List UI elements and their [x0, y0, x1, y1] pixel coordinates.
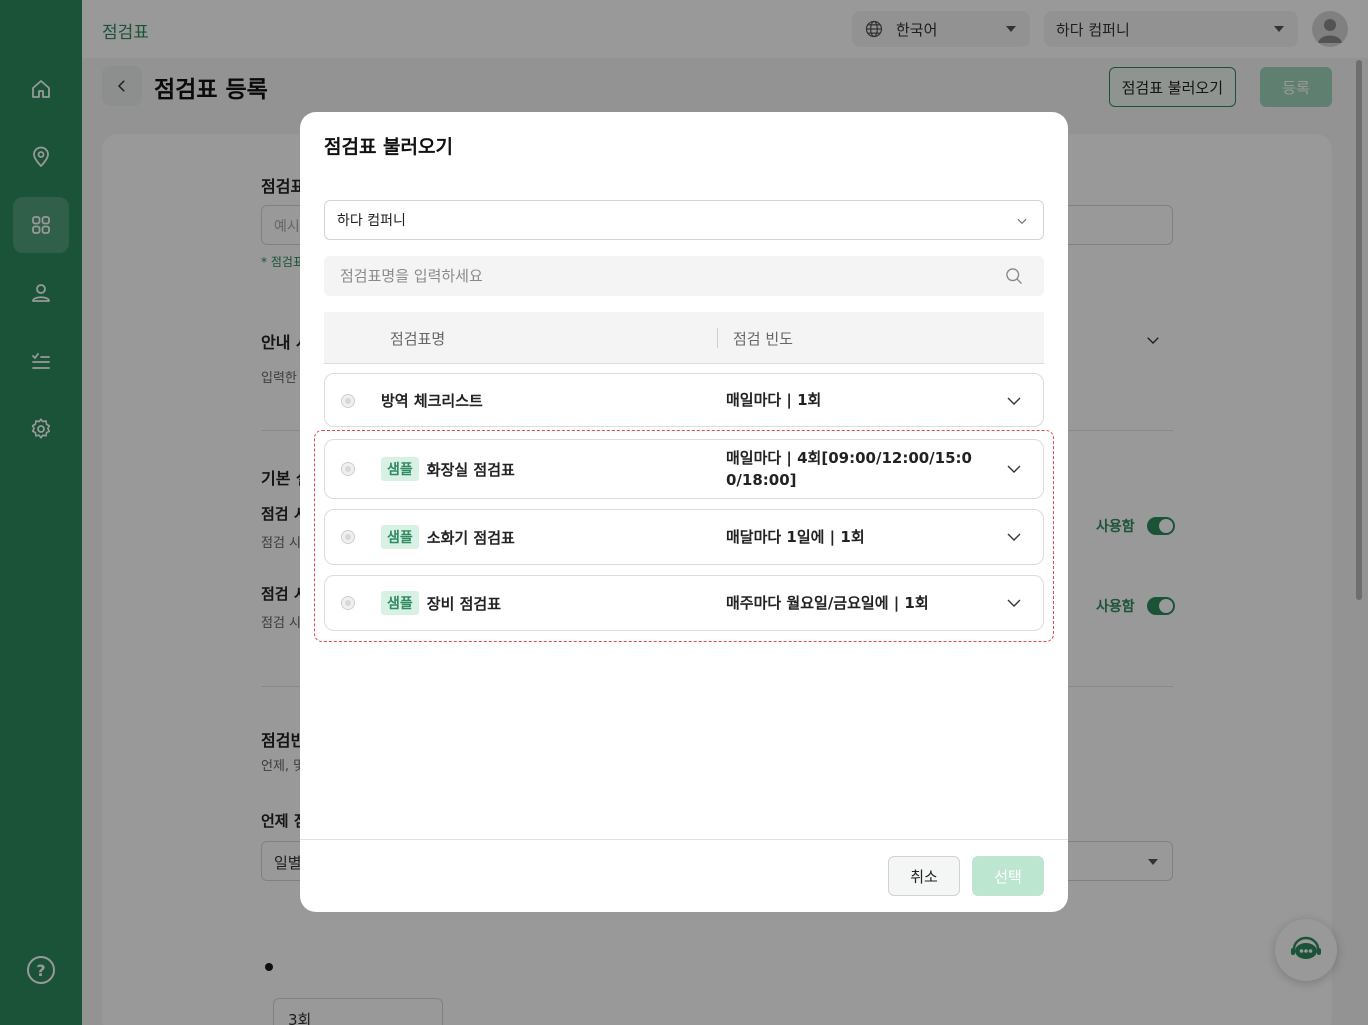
row-frequency: 매일마다 | 1회 — [726, 391, 822, 409]
expand-row-button[interactable] — [1005, 460, 1023, 478]
row-name-text: 소화기 점검표 — [426, 528, 515, 547]
expand-row-button[interactable] — [1005, 392, 1023, 410]
footer-divider — [300, 839, 1068, 840]
row-frequency: 매주마다 월요일/금요일에 | 1회 — [726, 594, 929, 612]
chevron-down-icon — [1007, 397, 1021, 405]
row-radio[interactable] — [341, 596, 355, 610]
expand-row-button[interactable] — [1005, 594, 1023, 612]
select-button[interactable]: 선택 — [972, 856, 1044, 896]
sample-badge: 샘플 — [381, 457, 419, 481]
table-header: 점검표명 점검 빈도 — [324, 312, 1044, 364]
search-box — [324, 256, 1044, 296]
row-name-text: 방역 체크리스트 — [381, 392, 483, 410]
chevron-down-icon — [1007, 599, 1021, 607]
chevron-down-icon — [1007, 533, 1021, 541]
sample-badge: 샘플 — [381, 525, 419, 549]
sample-badge: 샘플 — [381, 591, 419, 615]
company-select[interactable]: 하다 컴퍼니 — [324, 200, 1044, 240]
table-row[interactable]: 샘플 화장실 점검표 매일마다 | 4회[09:00/12:00/15:00/1… — [324, 439, 1044, 499]
table-row[interactable]: 샘플 장비 점검표 매주마다 월요일/금요일에 | 1회 — [324, 575, 1044, 631]
row-radio[interactable] — [341, 462, 355, 476]
chevron-down-icon — [1007, 465, 1021, 473]
row-frequency: 매일마다 | 4회[09:00/12:00/15:00/18:00] — [726, 449, 972, 489]
row-radio[interactable] — [341, 530, 355, 544]
company-select-value: 하다 컴퍼니 — [337, 213, 406, 229]
row-name: 샘플 장비 점검표 — [381, 591, 501, 615]
row-frequency: 매달마다 1일에 | 1회 — [726, 528, 865, 546]
row-name-text: 장비 점검표 — [426, 594, 501, 613]
column-header-name: 점검표명 — [390, 330, 446, 348]
table-row[interactable]: 샘플 소화기 점검표 매달마다 1일에 | 1회 — [324, 509, 1044, 565]
expand-row-button[interactable] — [1005, 528, 1023, 546]
row-name: 샘플 소화기 점검표 — [381, 525, 515, 549]
modal-title: 점검표 불러오기 — [324, 136, 453, 158]
search-icon[interactable] — [1004, 266, 1024, 286]
cancel-button[interactable]: 취소 — [888, 856, 960, 896]
row-name: 샘플 화장실 점검표 — [381, 457, 515, 481]
chevron-down-icon — [1017, 218, 1027, 224]
table-row[interactable]: 방역 체크리스트 매일마다 | 1회 — [324, 373, 1044, 427]
row-radio[interactable] — [341, 394, 355, 408]
row-name-text: 화장실 점검표 — [426, 460, 515, 479]
row-name: 방역 체크리스트 — [381, 390, 483, 411]
load-checklist-modal: 점검표 불러오기 하다 컴퍼니 점검표명 점검 빈도 방역 체크리스트 매일마다… — [300, 112, 1068, 912]
column-header-frequency: 점검 빈도 — [733, 330, 793, 348]
column-divider — [717, 328, 718, 348]
search-input[interactable] — [324, 256, 984, 296]
